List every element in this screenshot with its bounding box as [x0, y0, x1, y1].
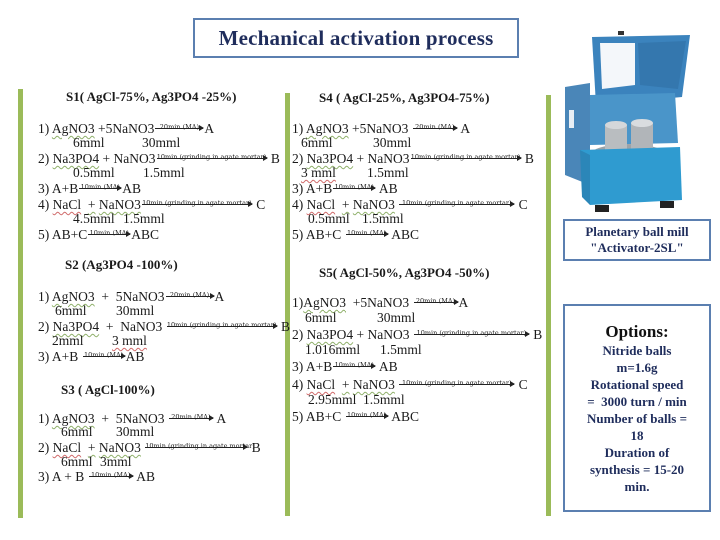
reaction-s5-5: 5) AB+C 10min (MA) ABC: [292, 409, 420, 424]
reaction-arrow: 10min (grinding in agate mortar): [156, 153, 268, 161]
reaction-s4-1: 1) AgNO3 +5NaNO3 20min (MA) A: [292, 121, 471, 136]
reaction-s1-2: 2) Na3PO4 + NaNO3 10min (grinding in agat…: [38, 151, 280, 166]
page-title: Mechanical activation process: [218, 25, 494, 50]
options-box: Options: Nitride balls m=1.6g Rotational…: [563, 304, 711, 512]
amount-s5-1b: 30mml: [377, 310, 416, 325]
section-heading-s2: S2 (Ag3PO4 -100%): [65, 257, 178, 272]
option-line: synthesis = 15-20: [589, 461, 685, 477]
option-line: Number of balls =: [587, 410, 687, 426]
reaction-s2-3: 3) A+B 10min (MA) AB: [38, 349, 145, 364]
reaction-arrow: 10min (MA): [88, 471, 134, 481]
reaction-arrow: 20min (MA): [165, 291, 215, 301]
reaction-s5-4: 4) NaCl + NaNO3 10min (grinding in agate…: [292, 377, 528, 392]
reaction-s4-4: 4) NaCl + NaNO3 10min (grinding in agate…: [292, 197, 528, 212]
reaction-arrow: 10min (grinding in agate mortar): [413, 329, 530, 339]
amount-s3-1a: 6mml: [61, 424, 93, 439]
title-box: Mechanical activation process: [193, 18, 519, 58]
reaction-arrow: 10min (MA): [82, 351, 126, 359]
amount-s5-1a: 6mml: [305, 310, 337, 325]
amount-s5-2b: 1.5mml: [380, 342, 422, 357]
reaction-s4-3: 3) A+B 10min (MA) AB: [292, 181, 398, 196]
caption-line-1: Planetary ball mill: [585, 224, 689, 239]
section-heading-s5: S5( AgCl-50%, Ag3PO4 -50%): [319, 265, 490, 280]
amount-s1-4a: 4.5mml: [73, 211, 115, 226]
section-heading-s4: S4 ( AgCl-25%, Ag3PO4-75%): [319, 90, 490, 105]
reaction-arrow: 10min (MA): [88, 229, 132, 237]
amount-s2-2b: 3 mml: [112, 333, 147, 348]
reaction-arrow: 10min (grinding in agate mortar): [399, 199, 516, 209]
reaction-arrow: 10min (MA): [345, 229, 389, 237]
divider-middle: [285, 93, 290, 516]
amount-s1-2a: 0.5mml: [73, 165, 115, 180]
planetary-ball-mill-photo: [565, 31, 690, 212]
reaction-arrow: 20min (MA): [413, 297, 459, 307]
options-heading: Options:: [605, 321, 669, 341]
reaction-s1-4: 4) NaCl + NaNO3 10min (grinding in agate …: [38, 197, 266, 212]
amount-s1-4b: 1.5mml: [123, 211, 165, 226]
reaction-arrow: 10min (grinding in agate mortar): [399, 379, 516, 389]
reaction-s2-1: 1) AgNO3 + 5NaNO3 20min (MA) A: [38, 289, 225, 304]
caption-line-2: "Activator-2SL": [590, 240, 684, 255]
reaction-s1-1: 1) AgNO3 +5NaNO3 20min (MA) A: [38, 121, 215, 136]
amount-s1-2b: 1.5mml: [143, 165, 185, 180]
amount-s5-4b: 1.5mml: [363, 392, 405, 407]
divider-right: [546, 95, 551, 516]
option-line: = 3000 turn / min: [587, 393, 687, 409]
equipment-caption: Planetary ball mill "Activator-2SL": [563, 219, 711, 261]
amount-s3-2b: 3mml: [100, 454, 132, 469]
amount-s1-1b: 30mml: [142, 135, 181, 150]
reaction-s3-3: 3) A + B 10min (MA) AB: [38, 469, 156, 484]
amount-s3-1b: 30mml: [116, 424, 155, 439]
amount-s2-2a: 2mml: [52, 333, 84, 348]
reaction-arrow: 10min (grinding in agate mortar): [166, 321, 278, 329]
reaction-s1-5: 5) AB+C 10min (MA) ABC: [38, 227, 160, 242]
amount-s1-1a: 6mml: [73, 135, 105, 150]
reaction-s4-2: 2) Na3PO4 + NaNO3 10min (grinding in agat…: [292, 151, 534, 166]
amount-s4-2a: 3 mml: [301, 165, 336, 180]
reaction-s2-2: 2) Na3PO4 + NaNO3 10min (grinding in aga…: [38, 319, 291, 334]
amount-s3-2a: 6mml: [61, 454, 93, 469]
option-line: m=1.6g: [616, 359, 658, 375]
amount-s4-1a: 6mml: [301, 135, 333, 150]
section-heading-s3: S3 ( AgCl-100%): [61, 382, 155, 397]
reaction-s4-5: 5) AB+C 10min (MA) ABC: [292, 227, 420, 242]
amount-s4-4b: 1.5mml: [362, 211, 404, 226]
amount-s4-2b: 1.5mml: [367, 165, 409, 180]
divider-left: [18, 89, 23, 518]
reaction-arrow: 10min (MA): [345, 411, 389, 419]
reaction-arrow: 10min (grinding in agate mortar): [145, 442, 255, 450]
reaction-s3-2: 2) NaCl + NaNO3 10min (grinding in agate…: [38, 440, 261, 455]
section-heading-s1: S1( AgCl-75%, Ag3PO4 -25%): [66, 89, 237, 104]
amount-s5-4a: 2.95mml: [308, 392, 357, 407]
option-line: 18: [630, 427, 644, 443]
reaction-arrow: 10min (grinding in agate mortar): [410, 153, 522, 161]
option-line: min.: [624, 478, 650, 494]
option-line: Nitride balls: [602, 342, 672, 358]
amount-s4-1b: 30mml: [373, 135, 412, 150]
reaction-arrow: 20min (MA): [155, 123, 205, 133]
amount-s2-1b: 30mml: [116, 303, 155, 318]
reaction-arrow: 10min (MA): [333, 183, 377, 191]
amount-s2-1a: 6mml: [55, 303, 87, 318]
reaction-s5-3: 3) A+B 10min (MA) AB: [292, 359, 398, 374]
reaction-arrow: 10min (MA): [333, 361, 377, 369]
amount-s4-4a: 0.5mml: [308, 211, 350, 226]
reaction-arrow: 20min (MA): [412, 123, 458, 133]
reaction-s1-3: 3) A+B 10min (MA) AB: [38, 181, 142, 196]
reaction-arrow: 10min (MA): [79, 183, 123, 191]
amount-s5-2a: 1.016mml: [305, 342, 361, 357]
reaction-arrow: 10min (grinding in agate mortar): [141, 199, 253, 207]
reaction-s5-2: 2) Na3PO4 + NaNO3 10min (grinding in aga…: [292, 327, 543, 342]
option-line: Rotational speed: [590, 376, 684, 392]
option-line: Duration of: [604, 444, 670, 460]
reaction-s5-1: 1)AgNO3 +5NaNO3 20min (MA) A: [292, 295, 469, 310]
reaction-arrow: 20min (MA): [168, 413, 214, 423]
